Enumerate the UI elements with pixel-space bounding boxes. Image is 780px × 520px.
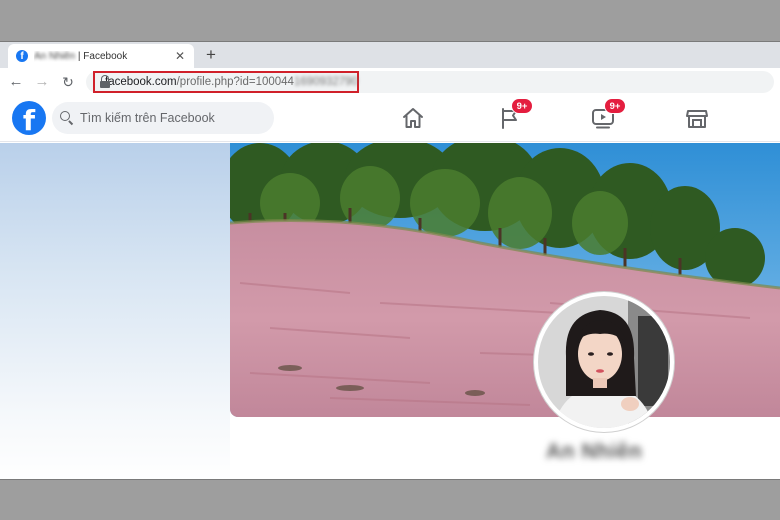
forward-button[interactable]: → (32, 71, 52, 93)
facebook-header: f 9+ 9+ (0, 98, 780, 142)
browser-window: f An Nhiên | Facebook ✕ + ← → ↻ facebook… (0, 41, 780, 480)
nav-watch-button[interactable]: 9+ (590, 98, 626, 130)
search-icon (60, 111, 74, 126)
home-icon (403, 108, 423, 128)
url-highlight-box[interactable]: facebook.com/profile.php?id=100044169093… (93, 71, 359, 93)
new-tab-button[interactable]: + (206, 45, 216, 65)
nav-pages-button[interactable]: 9+ (497, 98, 533, 130)
facebook-favicon-icon: f (16, 50, 28, 62)
profile-background-left (0, 143, 230, 479)
facebook-search[interactable] (52, 102, 274, 134)
profile-photo-image (538, 296, 670, 428)
tab-strip: f An Nhiên | Facebook ✕ + (0, 42, 780, 68)
url-text[interactable]: facebook.com/profile.php?id=100044169093… (105, 76, 358, 88)
reload-button[interactable]: ↻ (58, 71, 78, 93)
nav-home-button[interactable] (400, 106, 426, 130)
facebook-logo[interactable]: f (12, 101, 46, 135)
search-input[interactable] (80, 111, 260, 125)
tab-close-icon[interactable]: ✕ (174, 49, 186, 63)
cover-photo[interactable] (230, 143, 780, 417)
tab-title: An Nhiên | Facebook (34, 50, 128, 62)
back-button[interactable]: ← (6, 71, 26, 93)
cover-landscape-image (230, 143, 780, 417)
nav-marketplace-button[interactable] (684, 106, 710, 130)
shop-icon (686, 110, 708, 128)
profile-name: An Nhiên (546, 440, 643, 463)
watch-badge: 9+ (604, 98, 626, 114)
profile-avatar[interactable] (534, 292, 674, 432)
browser-tab[interactable]: f An Nhiên | Facebook ✕ (8, 44, 194, 68)
pages-badge: 9+ (511, 98, 533, 114)
